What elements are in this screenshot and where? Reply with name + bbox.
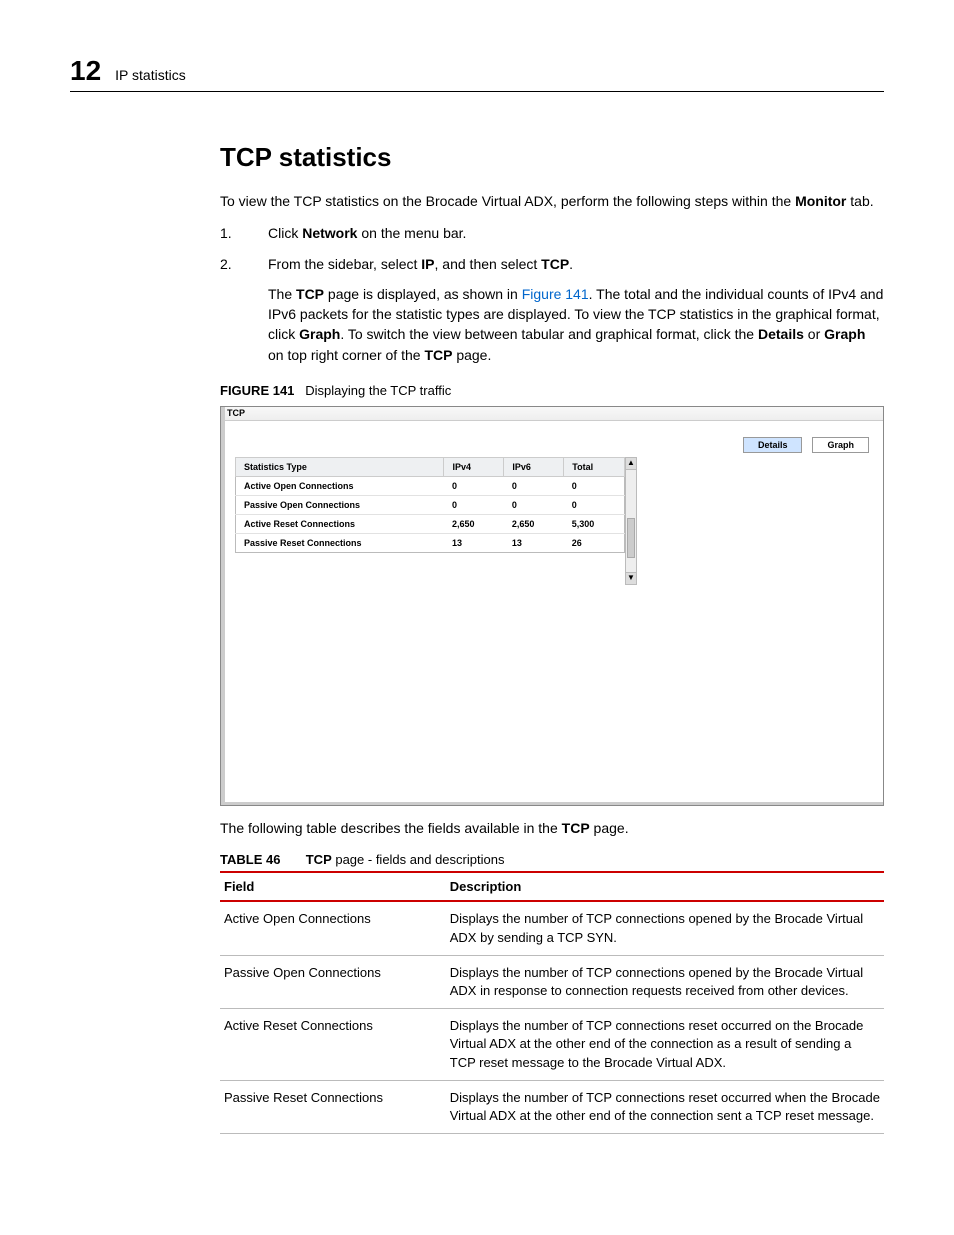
page-title: TCP statistics <box>220 142 884 173</box>
table-46: Field Description Active Open Connection… <box>220 871 884 1134</box>
col-ipv4: IPv4 <box>444 458 504 477</box>
step-1: 1. Click Network on the menu bar. <box>220 223 884 243</box>
col-stat-type: Statistics Type <box>236 458 444 477</box>
tab-graph[interactable]: Graph <box>812 437 869 453</box>
figure-141: TCP Details Graph Statistics Type IPv4 I… <box>220 406 884 806</box>
table-row: Passive Reset Connections Displays the n… <box>220 1080 884 1133</box>
table-row: Active Reset Connections 2,650 2,650 5,3… <box>236 515 625 534</box>
scroll-up-icon[interactable]: ▲ <box>626 458 636 470</box>
figure-panel-title: TCP <box>221 407 883 421</box>
table-row: Active Open Connections Displays the num… <box>220 901 884 955</box>
table-row: Passive Open Connections 0 0 0 <box>236 496 625 515</box>
scroll-down-icon[interactable]: ▼ <box>626 572 636 584</box>
after-figure-text: The following table describes the fields… <box>220 818 884 838</box>
table-row: Active Open Connections 0 0 0 <box>236 477 625 496</box>
col-total: Total <box>564 458 625 477</box>
figure-stats-table: Statistics Type IPv4 IPv6 Total Active O… <box>235 457 625 553</box>
chapter-number: 12 <box>70 55 101 87</box>
figure-scrollbar[interactable]: ▲ ▼ <box>625 457 637 585</box>
col-field: Field <box>220 872 446 901</box>
figure-caption: FIGURE 141 Displaying the TCP traffic <box>220 383 884 398</box>
figure-link[interactable]: Figure 141 <box>522 286 589 302</box>
col-description: Description <box>446 872 884 901</box>
table-row: Passive Open Connections Displays the nu… <box>220 955 884 1008</box>
col-ipv6: IPv6 <box>504 458 564 477</box>
table-caption: TABLE 46 TCP page - fields and descripti… <box>220 852 884 867</box>
table-row: Active Reset Connections Displays the nu… <box>220 1009 884 1081</box>
scroll-thumb[interactable] <box>627 518 635 558</box>
tab-details[interactable]: Details <box>743 437 803 453</box>
figure-tabs: Details Graph <box>743 437 869 453</box>
intro-paragraph: To view the TCP statistics on the Brocad… <box>220 191 884 211</box>
step-2-detail: The TCP page is displayed, as shown in F… <box>268 284 884 365</box>
step-2: 2. From the sidebar, select IP, and then… <box>220 254 884 274</box>
page-header: 12 IP statistics <box>70 55 884 92</box>
section-title: IP statistics <box>115 67 186 83</box>
table-row: Passive Reset Connections 13 13 26 <box>236 534 625 553</box>
